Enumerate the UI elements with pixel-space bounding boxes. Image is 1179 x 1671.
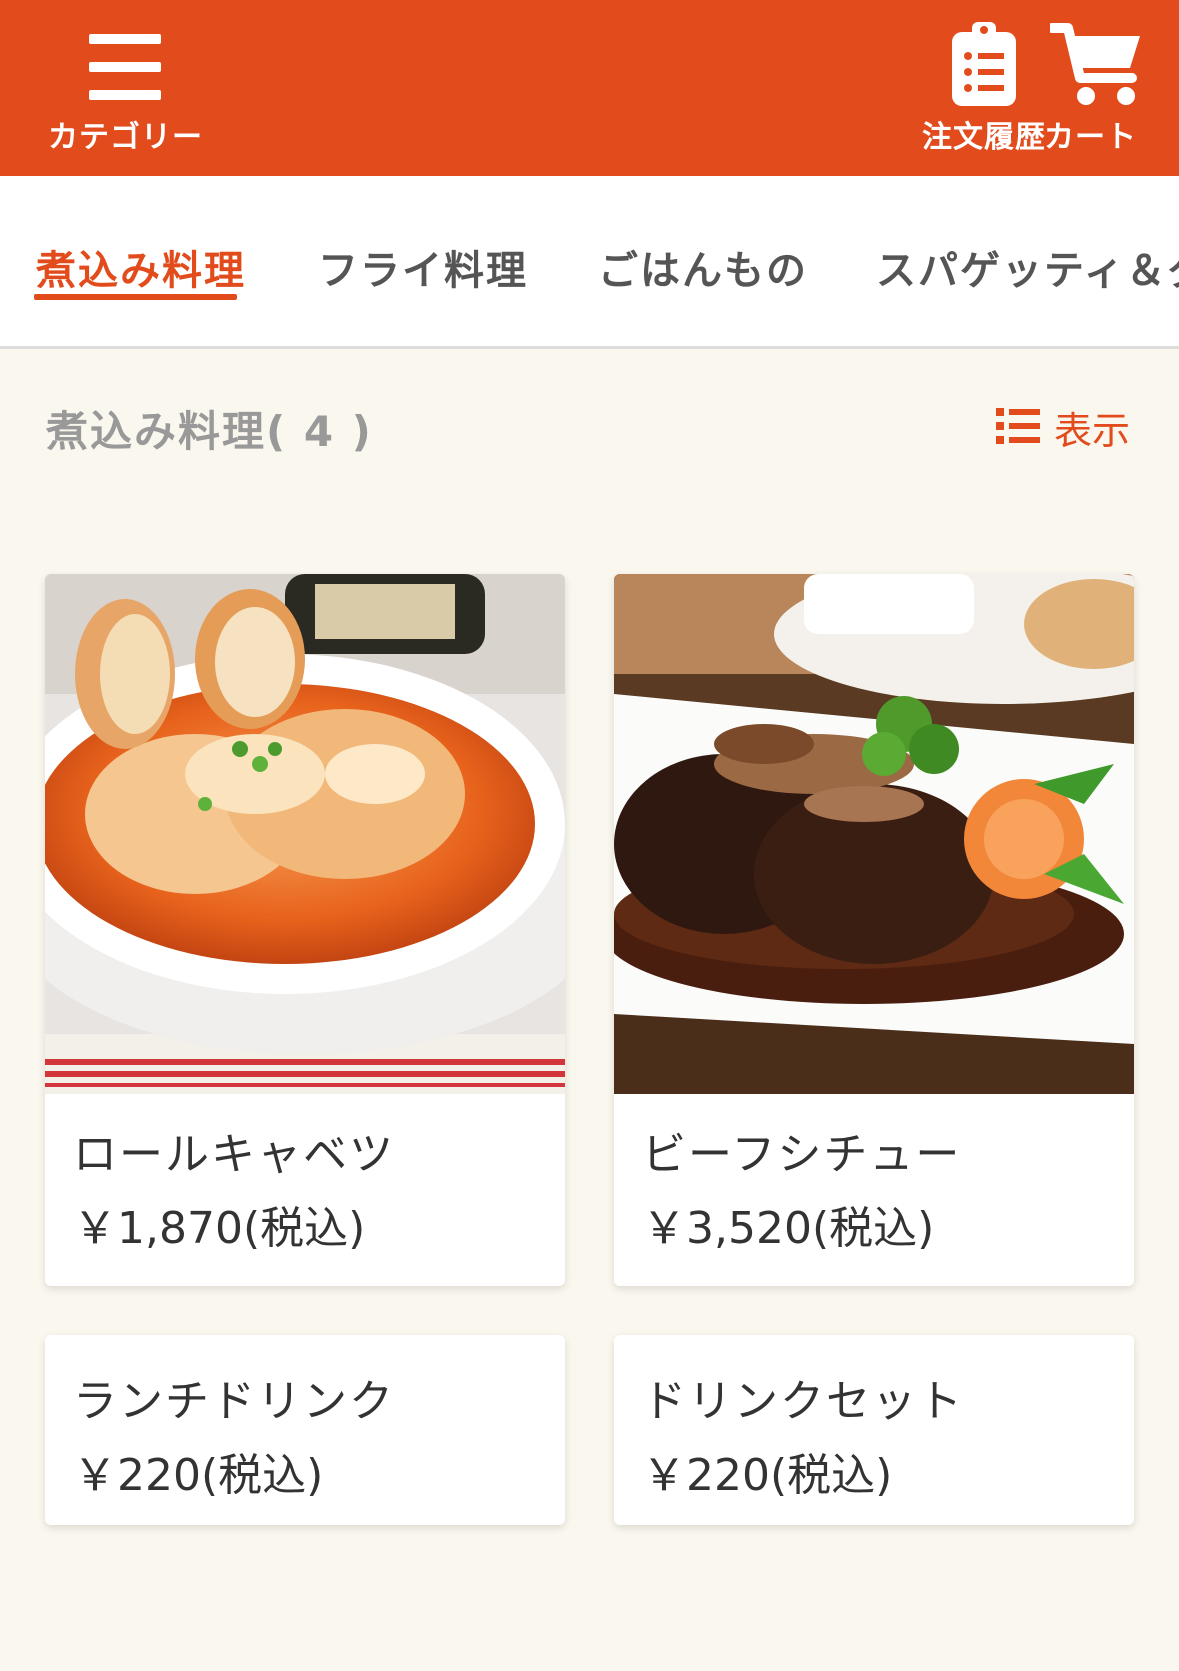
tab-spaghetti[interactable]: スパゲッティ＆グ: [876, 238, 1179, 296]
section-title: 煮込み料理( 4 ): [46, 407, 373, 456]
menu-item-name: ロールキャベツ: [73, 1129, 395, 1180]
order-history-button[interactable]: 注文履歴: [918, 0, 1045, 176]
active-tab-indicator: [34, 294, 237, 300]
menu-item-price: ￥220(税込): [73, 1450, 324, 1501]
order-history-label: 注文履歴: [922, 120, 1046, 155]
cart-button[interactable]: カート: [1040, 0, 1170, 176]
cart-label: カート: [1044, 120, 1137, 155]
menu-item-price: ￥220(税込): [642, 1450, 893, 1501]
category-tabs: 煮込み料理 フライ料理 ごはんもの スパゲッティ＆グ: [0, 176, 1179, 349]
menu-item-card[interactable]: ビーフシチュー ￥3,520(税込): [614, 574, 1134, 1286]
list-icon: [996, 408, 1040, 444]
app-header: カテゴリー 注文履歴 カート: [0, 0, 1179, 176]
menu-item-card[interactable]: ランチドリンク ￥220(税込): [45, 1335, 565, 1525]
display-label: 表示: [1054, 409, 1131, 453]
shopping-cart-icon: [1050, 23, 1140, 105]
menu-item-card[interactable]: ドリンクセット ￥220(税込): [614, 1335, 1134, 1525]
clipboard-list-icon: [952, 22, 1016, 106]
cabbage-roll-photo: [45, 574, 565, 1094]
menu-item-card[interactable]: ロールキャベツ ￥1,870(税込): [45, 574, 565, 1286]
beef-stew-photo: [614, 574, 1134, 1094]
tab-fry[interactable]: フライ料理: [318, 238, 528, 296]
tab-nikomi[interactable]: 煮込み料理: [36, 238, 246, 296]
category-menu-button[interactable]: カテゴリー: [40, 0, 220, 176]
tab-rice[interactable]: ごはんもの: [598, 238, 808, 296]
category-menu-label: カテゴリー: [48, 120, 203, 155]
menu-item-name: ランチドリンク: [73, 1376, 395, 1427]
menu-item-price: ￥1,870(税込): [73, 1203, 366, 1254]
menu-item-name: ビーフシチュー: [642, 1129, 962, 1180]
menu-item-name: ドリンクセット: [642, 1376, 964, 1427]
menu-item-price: ￥3,520(税込): [642, 1203, 935, 1254]
hamburger-icon: [89, 34, 161, 100]
